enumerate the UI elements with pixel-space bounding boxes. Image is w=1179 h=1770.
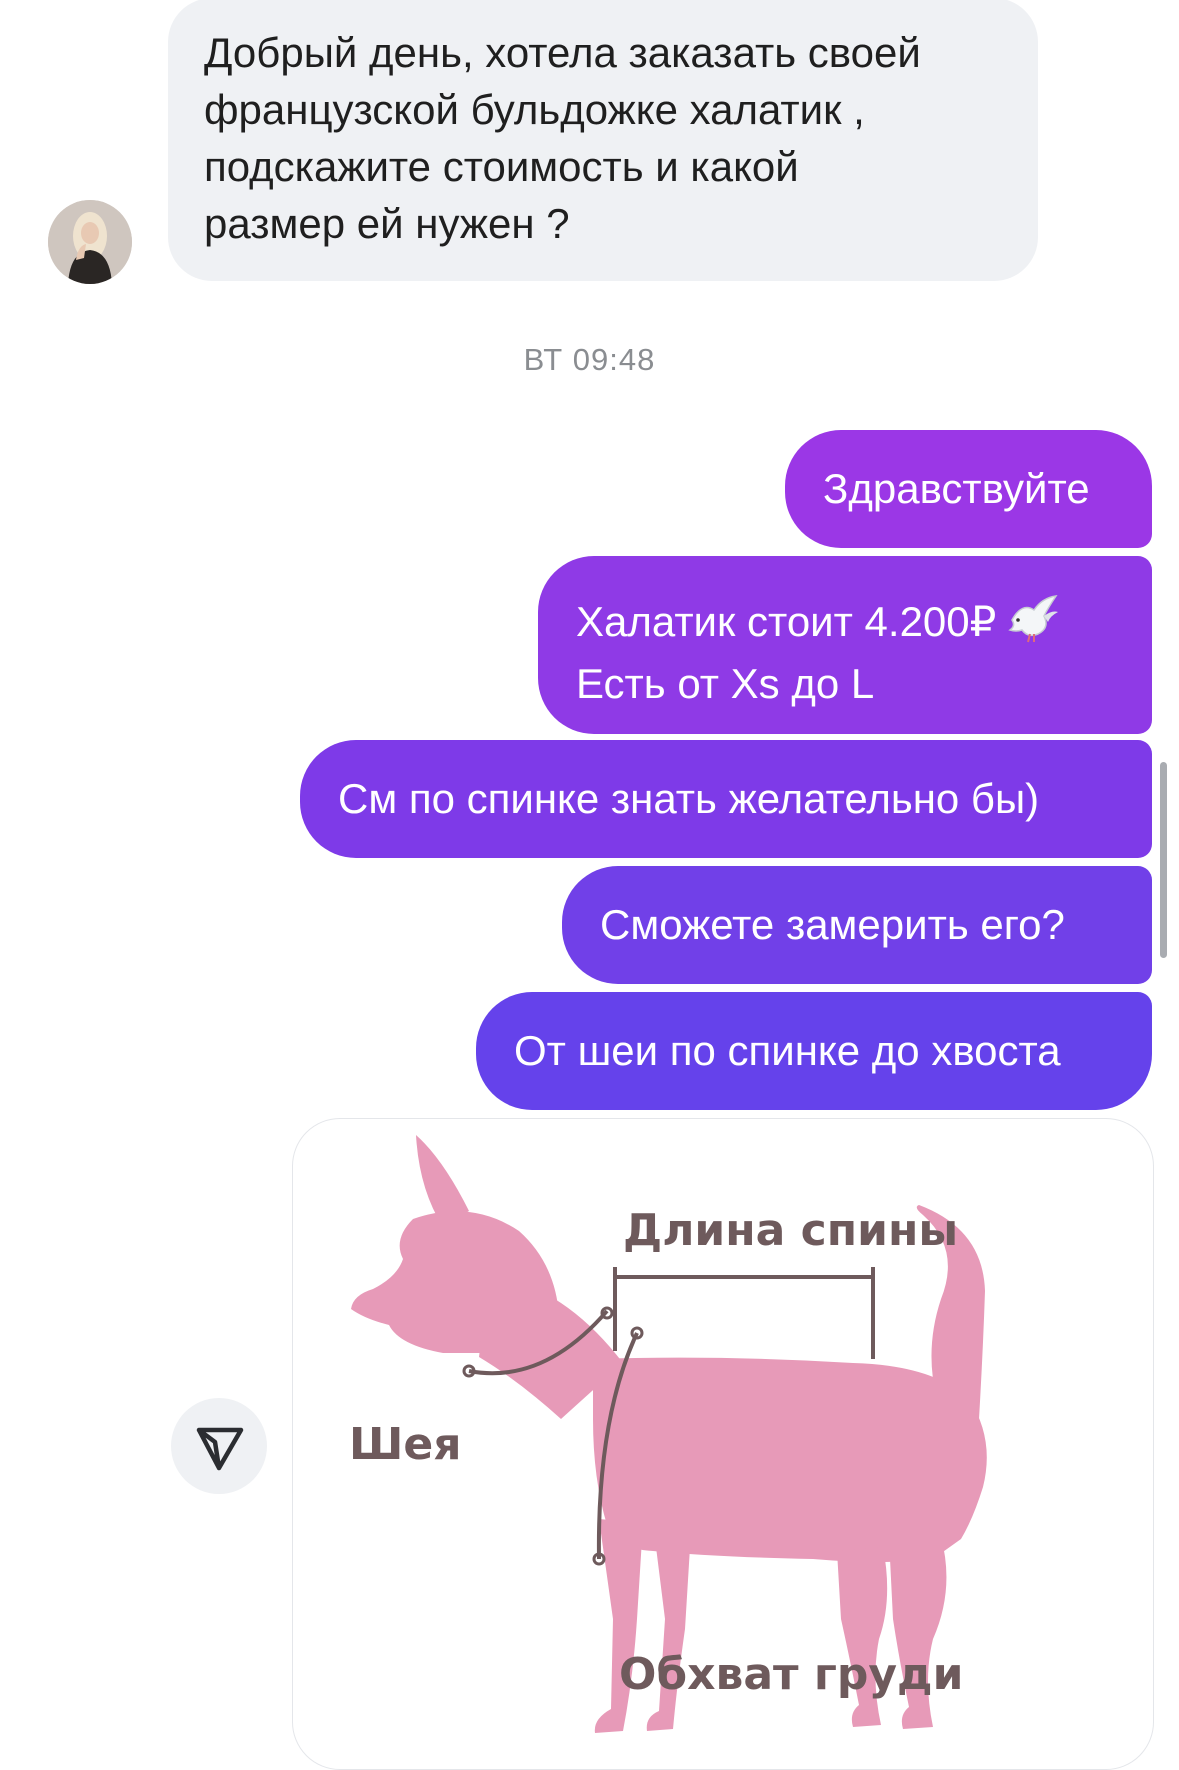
outgoing-message-bubble[interactable]: Халатик стоит 4.200₽ Есть от Xs до L [538,556,1152,734]
incoming-message-line: Добрый день, хотела заказать своей [204,29,921,76]
message-text: Здравствуйте [823,465,1090,512]
share-button[interactable] [171,1398,267,1494]
message-text: См по спинке знать желательно бы) [338,775,1040,822]
avatar[interactable] [48,200,132,284]
outgoing-message-bubble[interactable]: Сможете замерить его? [562,866,1152,984]
message-text: Халатик стоит 4.200₽ [576,598,997,645]
message-text: От шеи по спинке до хвоста [514,1027,1061,1074]
message-text: Сможете замерить его? [600,901,1065,948]
incoming-message-line: французской бульдожке халатик , [204,86,865,133]
message-timestamp: ВТ 09:48 [523,342,656,377]
message-text: Есть от Xs до L [576,660,875,707]
outgoing-message-bubble[interactable]: См по спинке знать желательно бы) [300,740,1152,858]
user-avatar-image [48,200,132,284]
scrollbar[interactable] [1160,762,1167,958]
send-icon [196,1427,244,1471]
dove-emoji-icon [1004,590,1060,646]
incoming-message-line: размер ей нужен ? [204,200,570,247]
incoming-message-bubble[interactable]: Добрый день, хотела заказать своей франц… [168,0,1038,281]
incoming-message-line: подскажите стоимость и какой [204,143,799,190]
outgoing-message-bubble[interactable]: От шеи по спинке до хвоста [476,992,1152,1110]
neck-label: Шея [349,1419,462,1470]
image-message[interactable]: Длина спины Шея Обхват груди [292,1118,1154,1770]
outgoing-message-bubble[interactable]: Здравствуйте [785,430,1152,548]
chest-girth-label: Обхват груди [619,1649,964,1700]
back-length-label: Длина спины [623,1205,959,1256]
